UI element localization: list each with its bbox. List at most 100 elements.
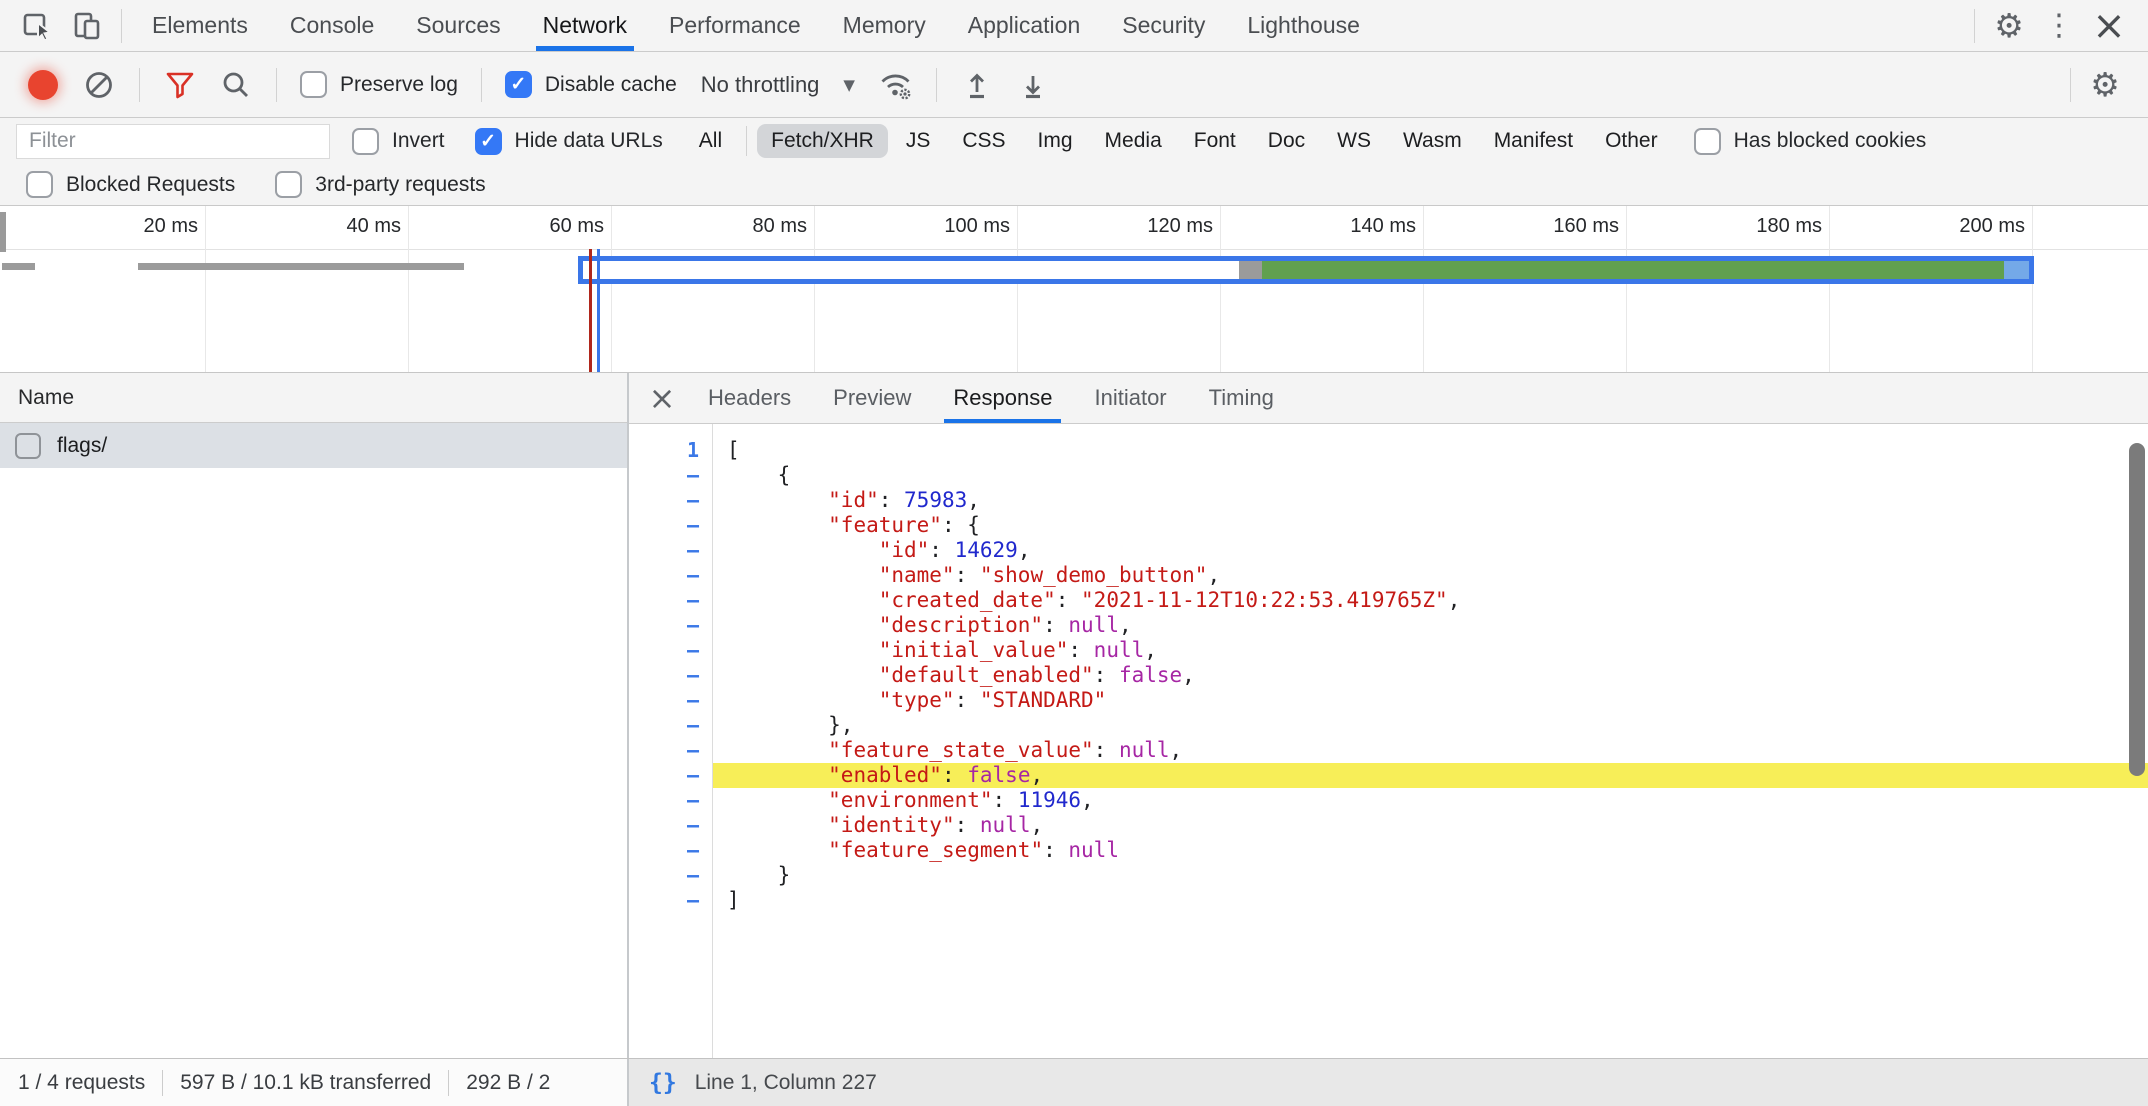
hide-data-urls-label: Hide data URLs xyxy=(515,129,663,153)
tab-performance[interactable]: Performance xyxy=(648,0,822,51)
divider xyxy=(1974,9,1975,43)
inspect-element-button[interactable] xyxy=(12,2,62,50)
device-toolbar-button[interactable] xyxy=(62,2,112,50)
line-number: – xyxy=(629,488,712,513)
network-overview-timeline[interactable]: 20 ms40 ms60 ms80 ms100 ms120 ms140 ms16… xyxy=(0,206,2148,373)
close-icon: × xyxy=(649,379,676,417)
editor-status: {} Line 1, Column 227 xyxy=(629,1059,2148,1106)
network-toolbar: Preserve log ✓ Disable cache No throttli… xyxy=(0,52,2148,118)
more-options-button[interactable]: ⋮ xyxy=(2034,2,2084,50)
gear-icon: ⚙ xyxy=(2090,65,2120,104)
tab-security[interactable]: Security xyxy=(1101,0,1226,51)
tab-elements[interactable]: Elements xyxy=(131,0,269,51)
search-button[interactable] xyxy=(211,61,261,109)
has-blocked-cookies-checkbox[interactable]: Has blocked cookies xyxy=(1686,128,1935,155)
import-har-button[interactable] xyxy=(952,61,1002,109)
devtools-tabbar: Elements Console Sources Network Perform… xyxy=(0,0,2148,52)
overview-request-bar xyxy=(2,263,35,270)
tab-lighthouse[interactable]: Lighthouse xyxy=(1226,0,1381,51)
tab-preview[interactable]: Preview xyxy=(812,373,932,423)
detail-tabbar: × Headers Preview Response Initiator Tim… xyxy=(629,373,2148,424)
divider xyxy=(276,68,277,102)
export-har-button[interactable] xyxy=(1008,61,1058,109)
filter-type-css[interactable]: CSS xyxy=(948,124,1019,158)
response-editor: 1–––––––––––––––––– [ { "id": 75983, "fe… xyxy=(629,424,2148,1058)
line-number: – xyxy=(629,888,712,913)
timeline-gridline xyxy=(1626,206,1627,372)
third-party-requests-label: 3rd-party requests xyxy=(315,173,485,197)
third-party-requests-checkbox[interactable]: 3rd-party requests xyxy=(267,171,493,198)
divider xyxy=(162,1070,163,1096)
tab-console[interactable]: Console xyxy=(269,0,395,51)
tab-label: Lighthouse xyxy=(1247,12,1360,39)
disable-cache-checkbox[interactable]: ✓ Disable cache xyxy=(497,71,685,98)
timeline-tick-label: 120 ms xyxy=(1147,215,1213,238)
invert-checkbox[interactable]: Invert xyxy=(344,128,453,155)
filter-input[interactable] xyxy=(16,124,330,159)
line-number: – xyxy=(629,513,712,538)
filter-type-all[interactable]: All xyxy=(685,124,736,158)
device-toolbar-icon xyxy=(70,9,104,43)
response-line: ] xyxy=(713,888,2148,913)
filter-toggle-button[interactable] xyxy=(155,61,205,109)
tail-segment xyxy=(2004,261,2029,279)
tab-sources[interactable]: Sources xyxy=(395,0,521,51)
filter-type-img[interactable]: Img xyxy=(1024,124,1087,158)
request-row-checkbox[interactable] xyxy=(15,433,41,459)
tab-initiator[interactable]: Initiator xyxy=(1073,373,1187,423)
filter-type-other[interactable]: Other xyxy=(1591,124,1672,158)
hide-data-urls-checkbox[interactable]: ✓ Hide data URLs xyxy=(467,128,671,155)
download-segment xyxy=(1262,261,2004,279)
timeline-tick-label: 40 ms xyxy=(347,215,401,238)
request-row-flags[interactable]: flags/ xyxy=(0,423,627,468)
network-filter-bar: Invert ✓ Hide data URLs All Fetch/XHR JS… xyxy=(0,118,2148,164)
divider xyxy=(139,68,140,102)
settings-button[interactable]: ⚙ xyxy=(1984,2,2034,50)
request-detail-panel: × Headers Preview Response Initiator Tim… xyxy=(629,373,2148,1058)
filter-type-doc[interactable]: Doc xyxy=(1254,124,1319,158)
filter-type-fetch-xhr[interactable]: Fetch/XHR xyxy=(757,124,888,158)
tab-memory[interactable]: Memory xyxy=(822,0,947,51)
line-number: 1 xyxy=(629,438,712,463)
request-name: flags/ xyxy=(57,434,107,458)
filter-type-media[interactable]: Media xyxy=(1091,124,1176,158)
filter-type-manifest[interactable]: Manifest xyxy=(1480,124,1587,158)
divider xyxy=(2070,68,2071,102)
record-button[interactable] xyxy=(28,70,58,100)
response-line: "name": "show_demo_button", xyxy=(713,563,2148,588)
filter-type-wasm[interactable]: Wasm xyxy=(1389,124,1476,158)
response-line: }, xyxy=(713,713,2148,738)
tab-application[interactable]: Application xyxy=(947,0,1102,51)
response-line: } xyxy=(713,863,2148,888)
tab-network[interactable]: Network xyxy=(522,0,648,51)
blocked-requests-checkbox[interactable]: Blocked Requests xyxy=(18,171,243,198)
line-number: – xyxy=(629,763,712,788)
pretty-print-icon[interactable]: {} xyxy=(649,1070,677,1096)
preserve-log-label: Preserve log xyxy=(340,73,458,97)
network-settings-button[interactable]: ⚙ xyxy=(2080,61,2130,109)
timeline-gridline xyxy=(611,206,612,372)
throttling-dropdown[interactable]: No throttling ▼ xyxy=(691,72,865,98)
clear-button[interactable] xyxy=(74,61,124,109)
filter-type-ws[interactable]: WS xyxy=(1323,124,1385,158)
response-scrollbar[interactable] xyxy=(2129,443,2145,776)
tab-headers[interactable]: Headers xyxy=(687,373,812,423)
response-line: "id": 75983, xyxy=(713,488,2148,513)
name-column-header[interactable]: Name xyxy=(0,373,627,423)
divider xyxy=(936,68,937,102)
timeline-tick-label: 80 ms xyxy=(753,215,807,238)
line-number: – xyxy=(629,638,712,663)
filter-type-js[interactable]: JS xyxy=(892,124,945,158)
network-conditions-button[interactable] xyxy=(871,61,921,109)
tab-response[interactable]: Response xyxy=(932,373,1073,423)
filter-type-font[interactable]: Font xyxy=(1180,124,1250,158)
funnel-icon xyxy=(163,68,197,102)
response-line: [ xyxy=(713,438,2148,463)
close-detail-button[interactable]: × xyxy=(637,379,687,417)
tab-timing[interactable]: Timing xyxy=(1188,373,1295,423)
timeline-gridline xyxy=(1017,206,1018,372)
response-line: "type": "STANDARD" xyxy=(713,688,2148,713)
close-devtools-button[interactable]: × xyxy=(2084,2,2134,50)
preserve-log-checkbox[interactable]: Preserve log xyxy=(292,71,466,98)
response-line: "feature_segment": null xyxy=(713,838,2148,863)
